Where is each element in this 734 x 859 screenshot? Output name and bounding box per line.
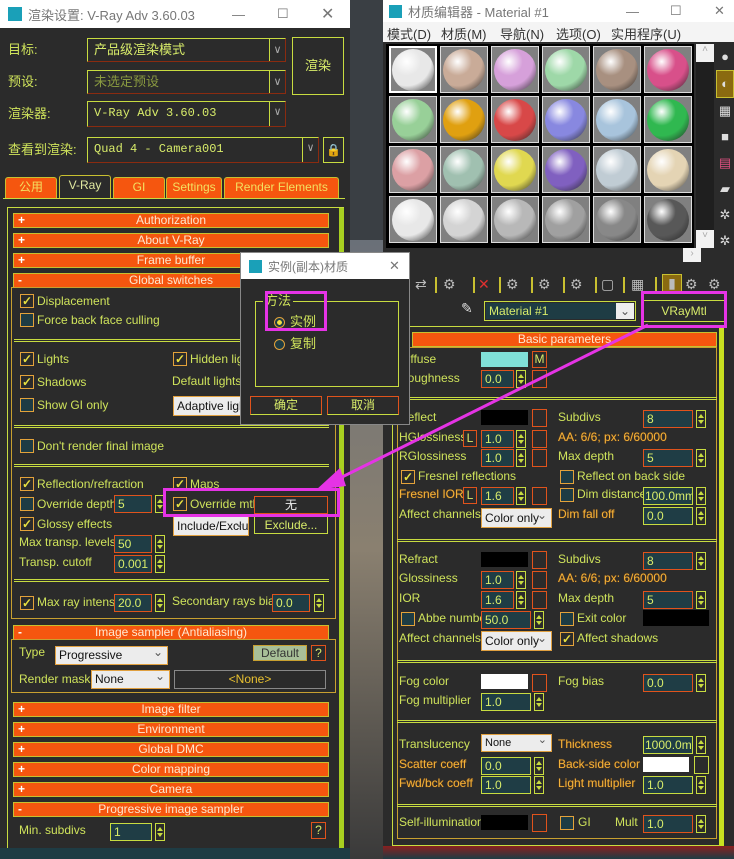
arrow-line — [329, 323, 649, 485]
arrow-head — [316, 468, 346, 490]
annotation-arrow — [316, 323, 649, 490]
